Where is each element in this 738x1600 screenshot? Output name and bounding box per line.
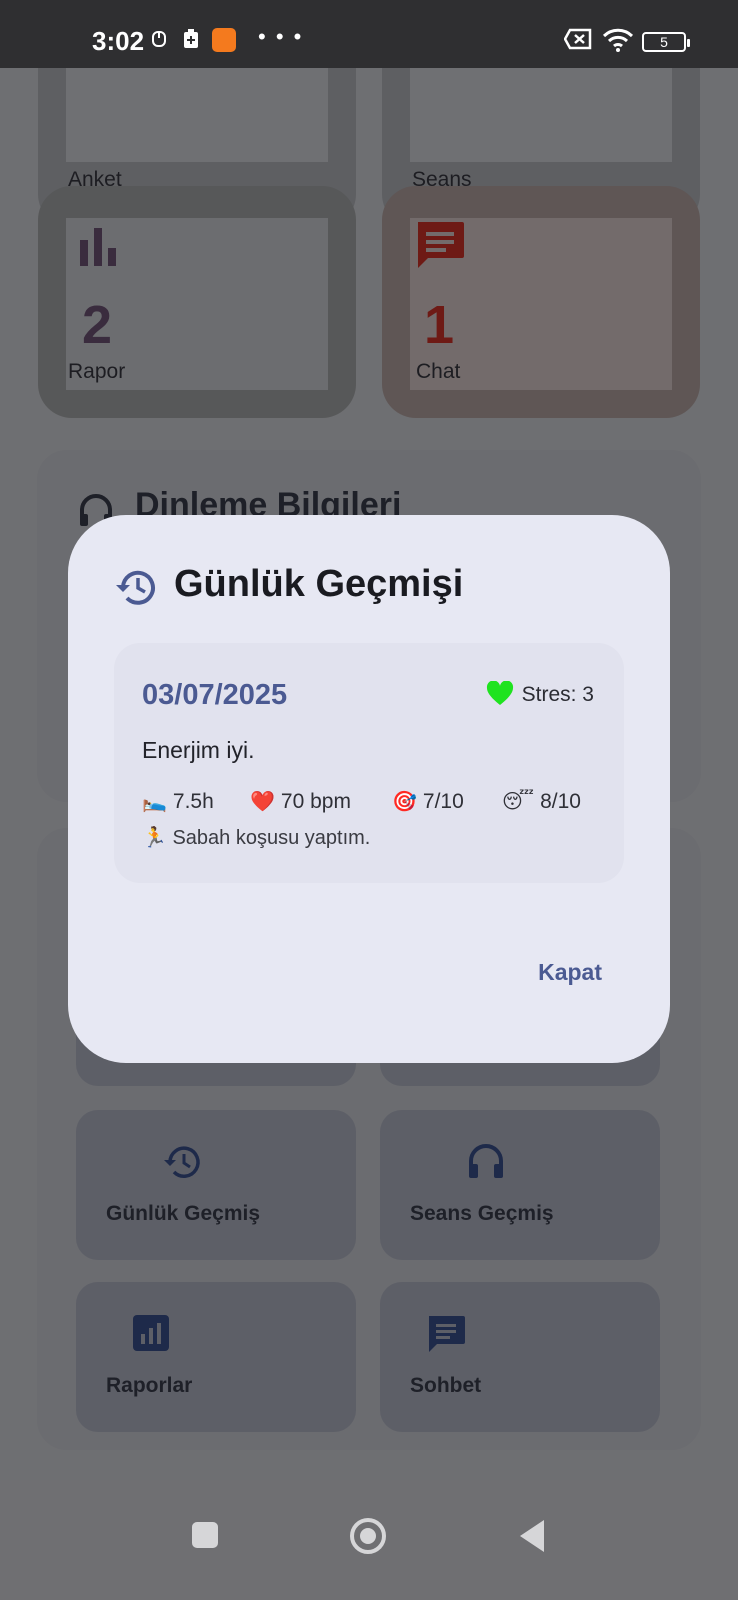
red-heart-icon: ❤️ — [250, 791, 275, 813]
focus-metric: 🎯 7/10 — [392, 789, 464, 814]
battery-saver-icon — [184, 29, 198, 48]
green-heart-icon — [486, 681, 514, 705]
diary-history-dialog: Günlük Geçmişi 03/07/2025 Stres: 3 Enerj… — [68, 515, 670, 1063]
temu-app-icon — [212, 28, 236, 52]
heart-rate-metric: ❤️ 70 bpm — [250, 789, 351, 814]
entry-note: Enerjim iyi. — [142, 737, 255, 763]
status-bar: 3:02 • • • 5 — [0, 0, 738, 68]
battery-indicator: 5 — [642, 32, 690, 52]
recents-button[interactable] — [192, 1522, 218, 1548]
diary-entry-card: 03/07/2025 Stres: 3 Enerjim iyi. 🛌 7.5h ❤… — [114, 643, 624, 883]
focus-value: 7/10 — [422, 790, 464, 813]
sleepy-face-icon: 😴 — [502, 791, 535, 813]
sleep-value: 7.5h — [172, 790, 214, 813]
activity-text: Sabah koşusu yaptım. — [172, 827, 371, 849]
activity-note: 🏃 Sabah koşusu yaptım. — [142, 825, 370, 850]
more-notifications-icon: • • • — [258, 24, 304, 49]
back-button[interactable] — [520, 1520, 544, 1552]
stress-level: Stres: 3 — [521, 683, 594, 706]
system-nav-bar — [0, 1480, 738, 1600]
dialog-title: Günlük Geçmişi — [174, 563, 464, 605]
status-time: 3:02 — [92, 26, 145, 56]
sleep-metric: 🛌 7.5h — [142, 789, 214, 814]
heart-rate-value: 70 bpm — [280, 790, 351, 813]
rest-metric: 😴 8/10 — [502, 789, 581, 814]
wifi-icon — [602, 28, 634, 52]
close-button[interactable]: Kapat — [538, 959, 602, 986]
notification-icon — [152, 31, 166, 47]
history-icon — [116, 570, 155, 605]
bed-icon: 🛌 — [142, 791, 167, 813]
runner-icon: 🏃 — [142, 827, 167, 849]
target-icon: 🎯 — [392, 791, 417, 813]
entry-date: 03/07/2025 — [142, 679, 288, 711]
rest-value: 8/10 — [540, 790, 581, 813]
no-sim-icon — [564, 28, 592, 50]
home-button[interactable] — [350, 1518, 386, 1554]
